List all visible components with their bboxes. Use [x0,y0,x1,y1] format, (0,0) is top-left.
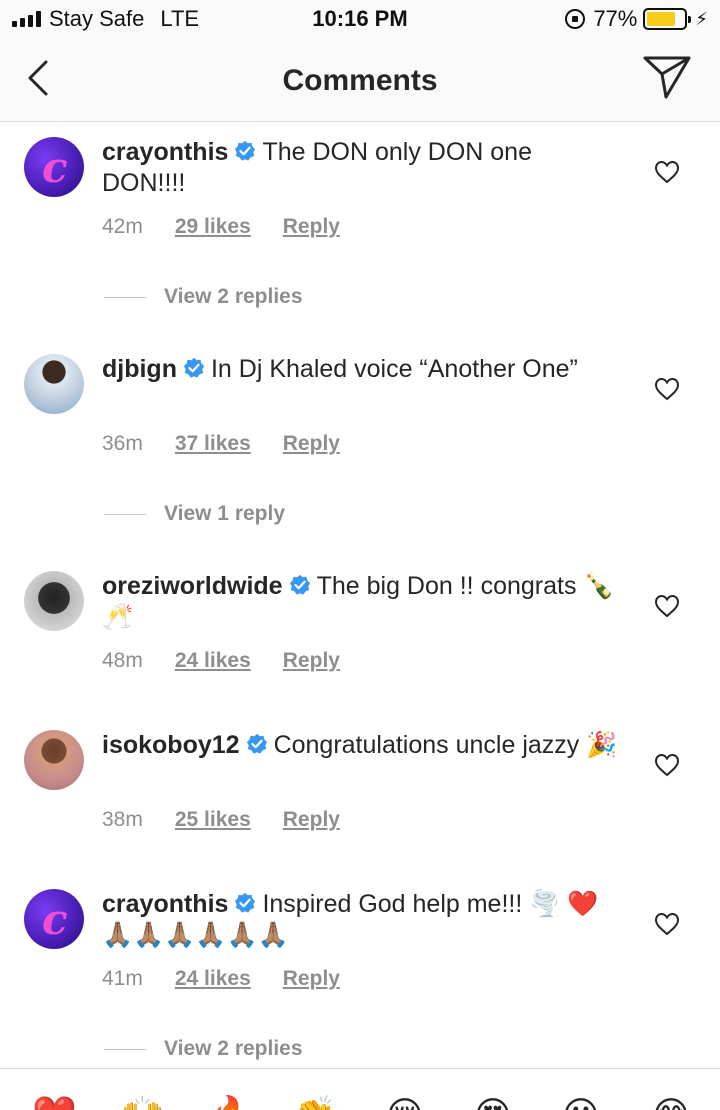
heart-icon[interactable] [654,377,680,401]
likes-link[interactable]: 25 likes [175,808,251,832]
verified-badge-icon [235,140,256,161]
comment-username[interactable]: djbign [102,355,177,383]
verified-badge-icon [246,733,267,754]
comment-username[interactable]: isokoboy12 [102,731,240,759]
avatar[interactable] [24,137,84,197]
view-replies-label: View 2 replies [164,1037,303,1060]
view-replies-button[interactable]: View 2 replies [104,285,303,309]
battery-icon [643,8,692,30]
comment-meta: 38m 25 likes Reply [102,808,372,832]
reply-button[interactable]: Reply [283,432,340,456]
emoji-raised-hands[interactable]: 🙌 [120,1095,165,1110]
likes-link[interactable]: 24 likes [175,649,251,673]
comment-body: crayonthis The DON only DON one DON!!!! [102,137,622,199]
comment-time: 42m [102,215,143,238]
heart-icon[interactable] [654,753,680,777]
rotation-lock-icon [565,9,586,29]
emoji-heart-eyes[interactable]: 😍 [474,1095,512,1110]
comment-meta: 41m 24 likes Reply [102,967,372,991]
emoji-heart[interactable]: ❤️ [32,1095,77,1110]
emoji-laugh[interactable]: 😂 [650,1095,692,1110]
emoji-cry[interactable]: 😢 [386,1095,424,1110]
comment-username[interactable]: crayonthis [102,138,228,166]
avatar[interactable] [24,571,84,631]
heart-icon[interactable] [654,594,680,618]
divider [104,1048,146,1050]
reply-button[interactable]: Reply [283,967,340,991]
comment-time: 41m [102,967,143,990]
heart-icon[interactable] [654,160,680,184]
avatar[interactable] [24,354,84,414]
status-right: 77% ⚡ [565,6,708,32]
charging-icon: ⚡ [695,8,708,29]
verified-badge-icon [183,357,205,378]
comment-username[interactable]: crayonthis [102,890,228,918]
divider [104,513,146,515]
battery-percent: 77% [593,6,638,31]
status-bar: Stay Safe LTE 10:16 PM 77% ⚡ [0,0,720,40]
comment-meta: 42m 29 likes Reply [102,215,372,239]
comment-body: djbign In Dj Khaled voice “Another One” [102,354,622,385]
comment-meta: 48m 24 likes Reply [102,649,372,673]
comment-body: oreziworldwide The big Don !! congrats 🍾 … [102,571,622,633]
paper-plane-icon[interactable] [642,54,692,100]
comment-text: Congratulations uncle jazzy 🎉 [273,731,618,759]
avatar[interactable] [24,730,84,790]
comment-body: crayonthis Inspired God help me!!! 🌪️ ❤️🙏… [102,889,622,951]
view-replies-button[interactable]: View 1 reply [104,502,285,526]
battery-fill [647,12,676,26]
comment-time: 48m [102,649,143,672]
emoji-bar: ❤️ 🙌 🔥 👏 😢 😍 😮 😂 [0,1068,720,1110]
header: Comments [0,40,720,122]
emoji-wow[interactable]: 😮 [562,1095,600,1110]
view-replies-button[interactable]: View 2 replies [104,1037,303,1061]
comment-meta: 36m 37 likes Reply [102,432,372,456]
reply-button[interactable]: Reply [283,215,340,239]
avatar[interactable] [24,889,84,949]
comment-time: 36m [102,432,143,455]
comment-text: In Dj Khaled voice “Another One” [210,355,578,383]
likes-link[interactable]: 24 likes [175,967,251,991]
verified-badge-icon [289,574,310,595]
emoji-clap[interactable]: 👏 [292,1095,337,1110]
verified-badge-icon [235,892,256,913]
reply-button[interactable]: Reply [283,808,340,832]
likes-link[interactable]: 37 likes [175,432,251,456]
comment-username[interactable]: oreziworldwide [102,572,283,600]
likes-link[interactable]: 29 likes [175,215,251,239]
reply-button[interactable]: Reply [283,649,340,673]
comment-body: isokoboy12 Congratulations uncle jazzy 🎉 [102,730,622,761]
emoji-fire[interactable]: 🔥 [208,1095,253,1110]
divider [104,296,146,298]
page-title: Comments [282,64,438,97]
comment-time: 38m [102,808,143,831]
heart-icon[interactable] [654,912,680,936]
view-replies-label: View 1 reply [164,502,286,525]
view-replies-label: View 2 replies [164,285,303,308]
